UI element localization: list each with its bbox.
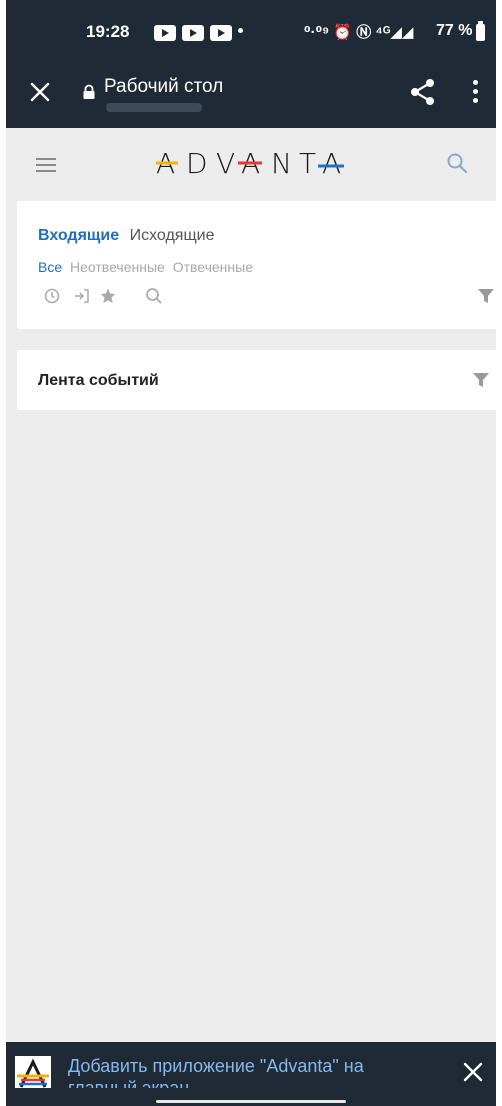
event-feed-title: Лента событий: [38, 372, 159, 389]
login-icon[interactable]: [73, 287, 91, 305]
subtab-answered[interactable]: Отвеченные: [173, 259, 253, 275]
youtube-notification-icon: [154, 25, 176, 41]
lock-icon: [83, 84, 95, 99]
calls-tabs: Входящие Исходящие: [38, 227, 214, 245]
search-icon: [447, 153, 468, 174]
filter-icon[interactable]: [477, 287, 495, 305]
clock-icon[interactable]: [43, 287, 61, 305]
phone-screen: 19:28 ⁰·⁰⁹ ⏰ Ⓝ ⁴ᴳ◢◢ 77 % Рабочий стол A …: [6, 0, 496, 1106]
filter-icon[interactable]: [472, 371, 490, 389]
more-menu-button[interactable]: [471, 80, 479, 106]
browser-toolbar: 19:28 ⁰·⁰⁹ ⏰ Ⓝ ⁴ᴳ◢◢ 77 % Рабочий стол: [6, 0, 496, 128]
status-time: 19:28: [86, 22, 130, 41]
page-url-blurred: [106, 103, 202, 112]
close-icon: [30, 82, 50, 102]
battery-icon: [476, 21, 485, 41]
star-icon[interactable]: [99, 287, 117, 305]
home-gesture-bar[interactable]: [156, 1100, 346, 1103]
hamburger-icon: [36, 158, 56, 172]
svg-text:T: T: [299, 147, 324, 180]
youtube-notification-icon: [182, 25, 204, 41]
install-banner-close-button[interactable]: [458, 1057, 488, 1087]
calls-subtabs: Все Неотвеченные Отвеченные: [38, 259, 253, 275]
share-icon: [411, 79, 434, 105]
more-vert-icon: [471, 80, 479, 103]
search-icon[interactable]: [145, 287, 163, 305]
system-status-icons: ⁰·⁰⁹ ⏰ Ⓝ ⁴ᴳ◢◢: [304, 24, 414, 41]
more-notifications-dot: [238, 28, 243, 33]
menu-button[interactable]: [36, 158, 56, 172]
advanta-app-icon: [15, 1056, 51, 1092]
subtab-all[interactable]: Все: [38, 259, 62, 275]
share-button[interactable]: [410, 78, 436, 106]
status-bar: 19:28 ⁰·⁰⁹ ⏰ Ⓝ ⁴ᴳ◢◢ 77 %: [6, 14, 496, 46]
subtab-unanswered[interactable]: Неотвеченные: [70, 259, 165, 275]
system-nav-bar: [6, 1088, 496, 1106]
page-title: Рабочий стол: [104, 76, 224, 97]
calls-card: Входящие Исходящие Все Неотвеченные Отве…: [17, 201, 496, 329]
advanta-logo[interactable]: A D V A N T A: [154, 146, 346, 188]
close-tab-button[interactable]: [26, 78, 54, 106]
app-header: A D V A N T A: [6, 128, 496, 198]
svg-text:A: A: [322, 147, 346, 180]
tab-outgoing[interactable]: Исходящие: [130, 227, 215, 244]
close-icon: [463, 1062, 483, 1082]
svg-text:D: D: [186, 147, 216, 180]
event-feed-card: Лента событий: [17, 350, 496, 410]
svg-text:N: N: [271, 147, 300, 180]
advanta-logo-graphic: A D V A N T A: [154, 147, 346, 180]
battery-percent: 77 %: [436, 22, 473, 39]
header-search-button[interactable]: [446, 152, 468, 174]
youtube-notification-icon: [210, 25, 232, 41]
tab-incoming[interactable]: Входящие: [38, 227, 119, 244]
